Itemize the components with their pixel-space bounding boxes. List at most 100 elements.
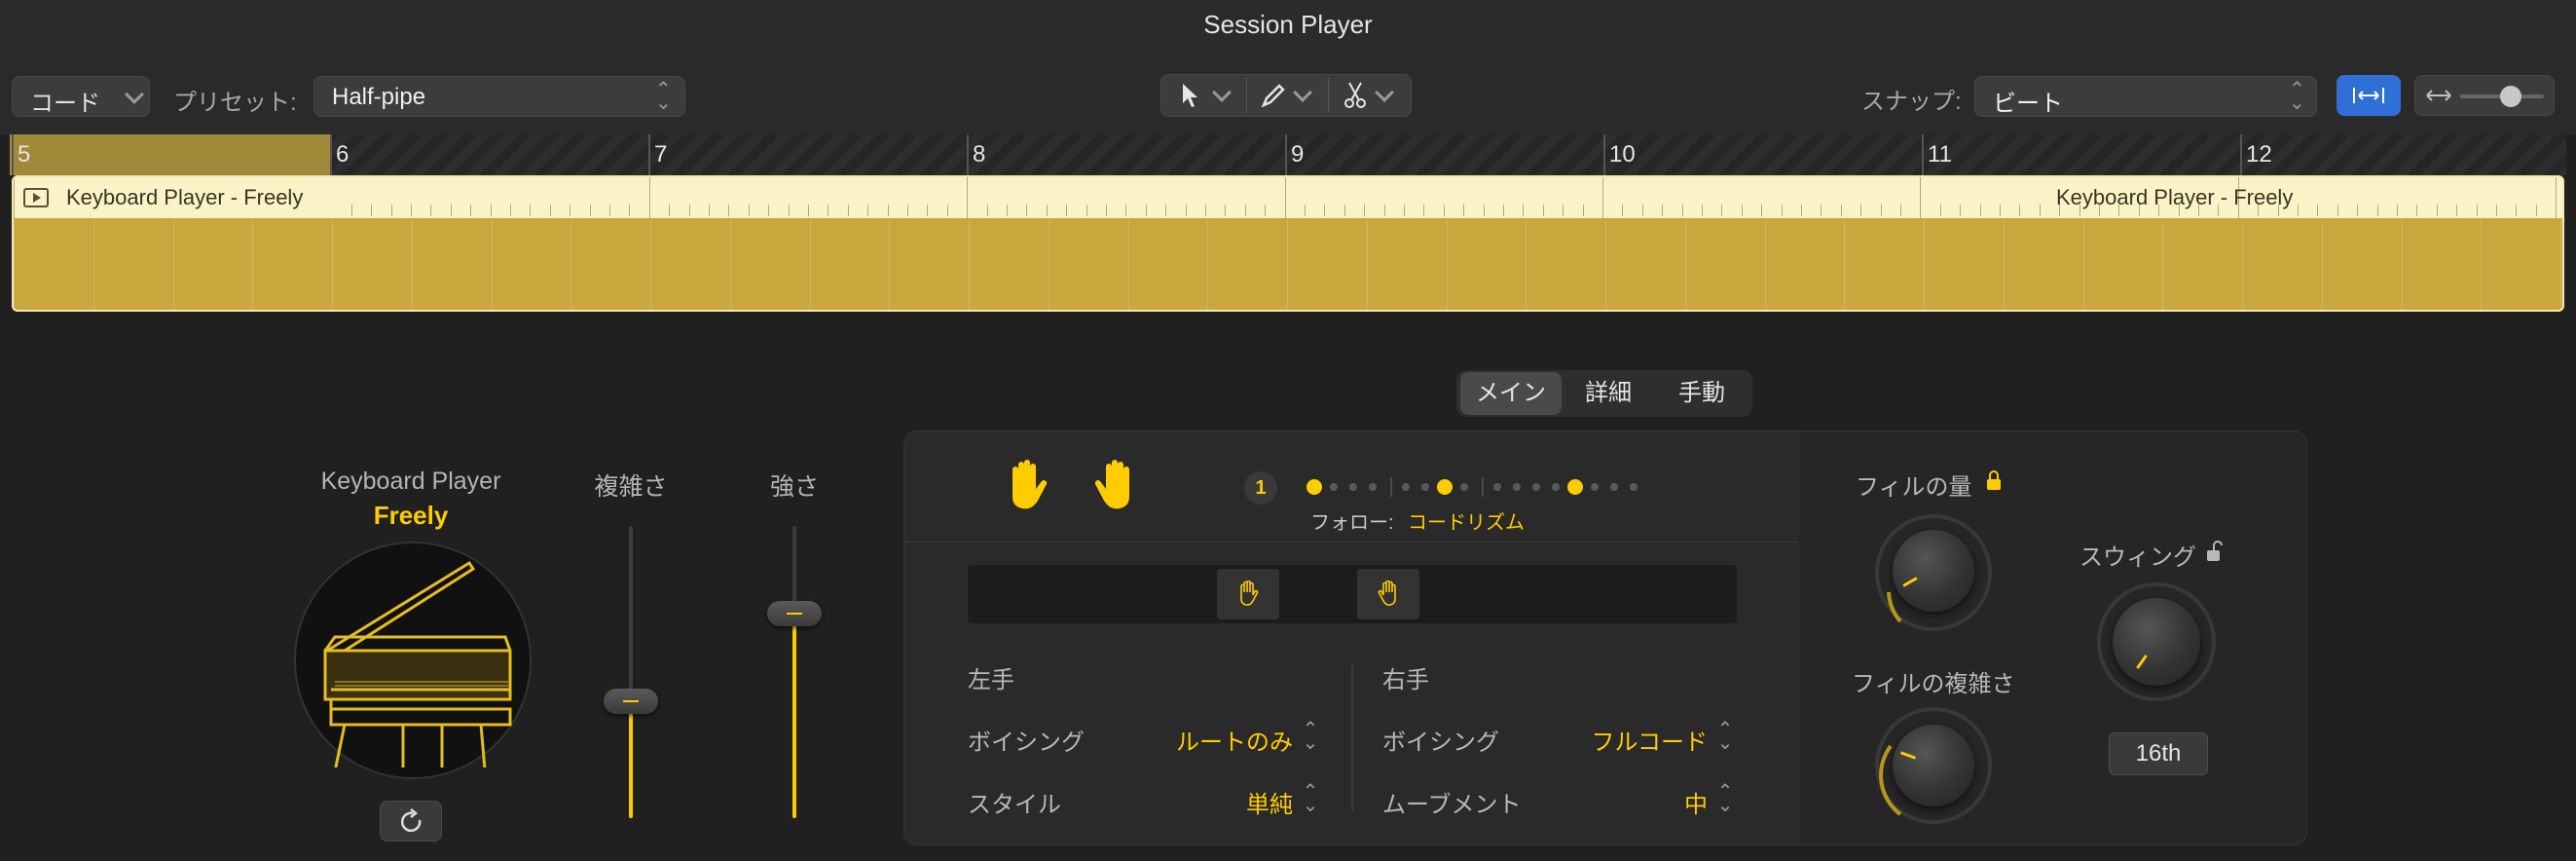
- session-player-region[interactable]: Keyboard Player - Freely Keyboard Player…: [12, 175, 2564, 312]
- region-tick: [1146, 205, 1147, 216]
- lock-icon[interactable]: [1986, 469, 2002, 491]
- zoom-slider-thumb[interactable]: [2499, 86, 2521, 107]
- region-tick: [967, 177, 968, 218]
- right-hand-range-handle[interactable]: [1357, 569, 1419, 619]
- beat-dot[interactable]: [1330, 483, 1338, 491]
- beat-number-badge: 1: [1244, 471, 1277, 505]
- region-tick: [1881, 205, 1882, 216]
- active-beat-dot[interactable]: [1437, 479, 1453, 495]
- beat-dot[interactable]: [1460, 483, 1468, 491]
- beat-dot[interactable]: [1513, 483, 1521, 491]
- beat-dot[interactable]: [1402, 483, 1410, 491]
- left-hand-range-handle[interactable]: [1217, 569, 1279, 619]
- region-tick: [470, 205, 471, 216]
- swing-knob[interactable]: [2113, 598, 2200, 686]
- region-tick: [1602, 177, 1603, 218]
- pointer-tool-button[interactable]: [1168, 78, 1242, 113]
- region-tick: [510, 205, 511, 216]
- mode-select[interactable]: コード: [12, 76, 150, 117]
- player-avatar[interactable]: [294, 542, 532, 779]
- follow-label: フォロー:: [1310, 512, 1394, 534]
- updown-chevron-icon[interactable]: ⌃ ⌄: [1715, 720, 1735, 753]
- updown-chevron-icon[interactable]: ⌃ ⌄: [1715, 782, 1735, 815]
- updown-chevron-icon[interactable]: ⌃ ⌄: [1301, 720, 1320, 753]
- tab-details[interactable]: 詳細: [1562, 372, 1655, 415]
- beat-dot[interactable]: [1369, 483, 1377, 491]
- fill-amount-knob[interactable]: [1893, 530, 1974, 612]
- beat-dot[interactable]: [1630, 483, 1638, 491]
- region-tick: [1761, 205, 1762, 216]
- region-tick: [1662, 205, 1663, 216]
- region-grid-line: [93, 220, 94, 310]
- chevron-down-icon: [1293, 83, 1312, 102]
- region-tick: [1186, 205, 1187, 216]
- ruler-bar-line: [1603, 134, 1605, 175]
- snap-select[interactable]: ビート ⌃ ⌄: [1974, 76, 2317, 117]
- snap-select-value: ビート: [1993, 91, 2063, 117]
- tab-main[interactable]: メイン: [1460, 372, 1562, 415]
- region-tick: [1622, 205, 1623, 216]
- region-grid-line: [1844, 220, 1845, 310]
- fill-complexity-knob[interactable]: [1893, 725, 1974, 806]
- region-grid-line: [1128, 220, 1129, 310]
- beat-dot[interactable]: [1591, 483, 1599, 491]
- region-tick: [1940, 205, 1941, 216]
- beat-dot[interactable]: [1493, 483, 1501, 491]
- region-tick: [1324, 205, 1325, 216]
- right-voicing-value[interactable]: フルコード: [1519, 723, 1708, 757]
- region-tick: [1285, 177, 1286, 218]
- region-tick: [768, 205, 769, 216]
- region-tick: [411, 205, 412, 216]
- region-grid-line: [412, 220, 413, 310]
- scissors-tool-button[interactable]: [1328, 78, 1407, 113]
- right-hand-icon[interactable]: [1088, 458, 1139, 516]
- intensity-slider-fill: [792, 614, 796, 818]
- preset-select[interactable]: Half-pipe ⌃ ⌄: [313, 76, 685, 117]
- chevron-down-icon: [1375, 83, 1394, 102]
- updown-chevron-icon[interactable]: ⌃ ⌄: [1301, 782, 1320, 815]
- unlock-icon[interactable]: [2206, 540, 2224, 563]
- left-style-value[interactable]: 単純: [1071, 785, 1293, 819]
- pencil-tool-button[interactable]: [1246, 78, 1325, 113]
- region-grid-line: [2004, 220, 2005, 310]
- left-style-label: スタイル: [968, 792, 1061, 818]
- right-movement-value[interactable]: 中: [1519, 785, 1708, 819]
- region-tick: [1205, 205, 1206, 216]
- region-tick: [1007, 205, 1008, 216]
- region-grid-line: [1605, 220, 1606, 310]
- ruler-bar-line: [1922, 134, 1924, 175]
- region-tick: [1801, 205, 1802, 216]
- beat-dot[interactable]: [1532, 483, 1540, 491]
- auto-zoom-button[interactable]: [2337, 75, 2401, 116]
- region-grid-line: [1207, 220, 1208, 310]
- ruler-bar-line: [2240, 134, 2242, 175]
- swing-value-button[interactable]: 16th: [2109, 732, 2208, 775]
- left-hand-icon[interactable]: [1003, 458, 1053, 516]
- region-tick: [1225, 205, 1226, 216]
- beat-dot[interactable]: [1610, 483, 1618, 491]
- complexity-slider-thumb[interactable]: [604, 689, 658, 714]
- region-grid-line: [2402, 220, 2403, 310]
- follow-value[interactable]: コードリズム: [1408, 506, 1525, 535]
- preset-label: プリセット:: [173, 90, 297, 116]
- region-tick: [2437, 205, 2438, 216]
- region-tick: [1305, 205, 1306, 216]
- beat-dot[interactable]: [1349, 483, 1357, 491]
- region-grid-line: [969, 220, 970, 310]
- region-label-end: Keyboard Player - Freely: [2056, 185, 2294, 209]
- grand-piano-icon: [323, 560, 512, 767]
- active-beat-dot[interactable]: [1567, 479, 1583, 495]
- region-grid-line: [1765, 220, 1766, 310]
- timeline-ruler[interactable]: [10, 134, 2566, 175]
- intensity-slider-thumb[interactable]: [767, 601, 822, 626]
- ruler-bar-line: [12, 134, 14, 175]
- refresh-button[interactable]: [380, 801, 442, 842]
- region-tick: [1484, 205, 1485, 216]
- keyboard-range-bar[interactable]: [968, 565, 1737, 623]
- active-beat-dot[interactable]: [1306, 479, 1322, 495]
- beat-dot[interactable]: [1421, 483, 1429, 491]
- beat-dot[interactable]: [1552, 483, 1560, 491]
- tab-manual[interactable]: 手動: [1655, 372, 1748, 415]
- region-tick: [689, 205, 690, 216]
- left-voicing-value[interactable]: ルートのみ: [1071, 723, 1293, 757]
